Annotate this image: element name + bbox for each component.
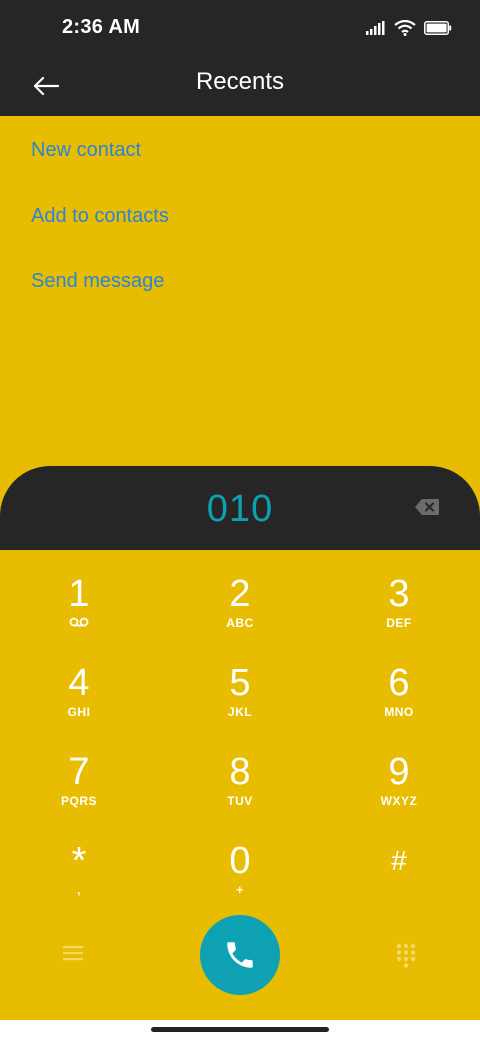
status-time: 2:36 AM <box>62 16 141 38</box>
wifi-icon <box>394 20 416 36</box>
status-icons <box>366 18 452 38</box>
menu-button[interactable] <box>60 943 86 963</box>
key-digit: 5 <box>229 662 251 704</box>
key-4[interactable]: 4 GHI <box>14 639 144 723</box>
dialpad-icon <box>396 943 416 968</box>
voicemail-icon <box>69 617 89 627</box>
dialpad-button[interactable] <box>396 943 416 969</box>
page-title: Recents <box>195 68 285 95</box>
signal-icon <box>366 21 385 35</box>
key-star[interactable]: * , <box>14 817 144 901</box>
send-message-link[interactable]: Send message <box>31 270 164 293</box>
key-3[interactable]: 3 DEF <box>334 550 464 634</box>
key-digit: 0 <box>229 840 251 882</box>
key-8[interactable]: 8 TUV <box>175 728 305 812</box>
key-letters: + <box>236 883 244 897</box>
key-letters: MNO <box>384 705 414 719</box>
key-letters: GHI <box>67 705 91 719</box>
backspace-icon <box>415 499 439 515</box>
key-letters: TUV <box>227 794 253 808</box>
key-digit: 7 <box>68 751 90 793</box>
key-letters: ABC <box>226 616 254 630</box>
key-letters <box>14 616 144 630</box>
key-1[interactable]: 1 <box>14 550 144 634</box>
menu-icon <box>63 946 83 961</box>
backspace-button[interactable] <box>414 498 440 516</box>
navigation-bar <box>0 1020 480 1040</box>
key-digit: * <box>71 840 87 882</box>
key-hash[interactable]: # <box>334 817 464 901</box>
key-letters: WXYZ <box>380 794 418 808</box>
key-digit: 2 <box>229 573 251 615</box>
key-5[interactable]: 5 JKL <box>175 639 305 723</box>
key-digit: 9 <box>388 751 410 793</box>
key-2[interactable]: 2 ABC <box>175 550 305 634</box>
add-to-contacts-link[interactable]: Add to contacts <box>31 205 169 228</box>
status-bar: 2:36 AM <box>0 0 480 56</box>
key-digit: 1 <box>68 573 90 615</box>
call-button[interactable] <box>200 915 280 995</box>
key-digit: # <box>391 845 407 876</box>
phone-icon <box>227 942 253 968</box>
dialer-actions <box>0 915 480 997</box>
battery-icon <box>424 21 452 35</box>
dialed-number[interactable]: 010 <box>0 488 480 531</box>
key-7[interactable]: 7 PQRS <box>14 728 144 812</box>
app-bar: Recents <box>0 56 480 116</box>
home-indicator[interactable] <box>151 1027 329 1032</box>
key-0[interactable]: 0 + <box>175 817 305 901</box>
key-digit: 6 <box>388 662 410 704</box>
key-6[interactable]: 6 MNO <box>334 639 464 723</box>
key-9[interactable]: 9 WXYZ <box>334 728 464 812</box>
dialer-display: 010 <box>0 466 480 550</box>
key-letters: , <box>77 883 81 897</box>
key-letters: JKL <box>227 705 253 719</box>
key-digit: 4 <box>68 662 90 704</box>
key-digit: 3 <box>388 573 410 615</box>
new-contact-link[interactable]: New contact <box>31 139 141 162</box>
key-digit: 8 <box>229 751 251 793</box>
key-letters: DEF <box>386 616 412 630</box>
key-letters <box>334 883 464 897</box>
key-letters: PQRS <box>60 794 97 808</box>
